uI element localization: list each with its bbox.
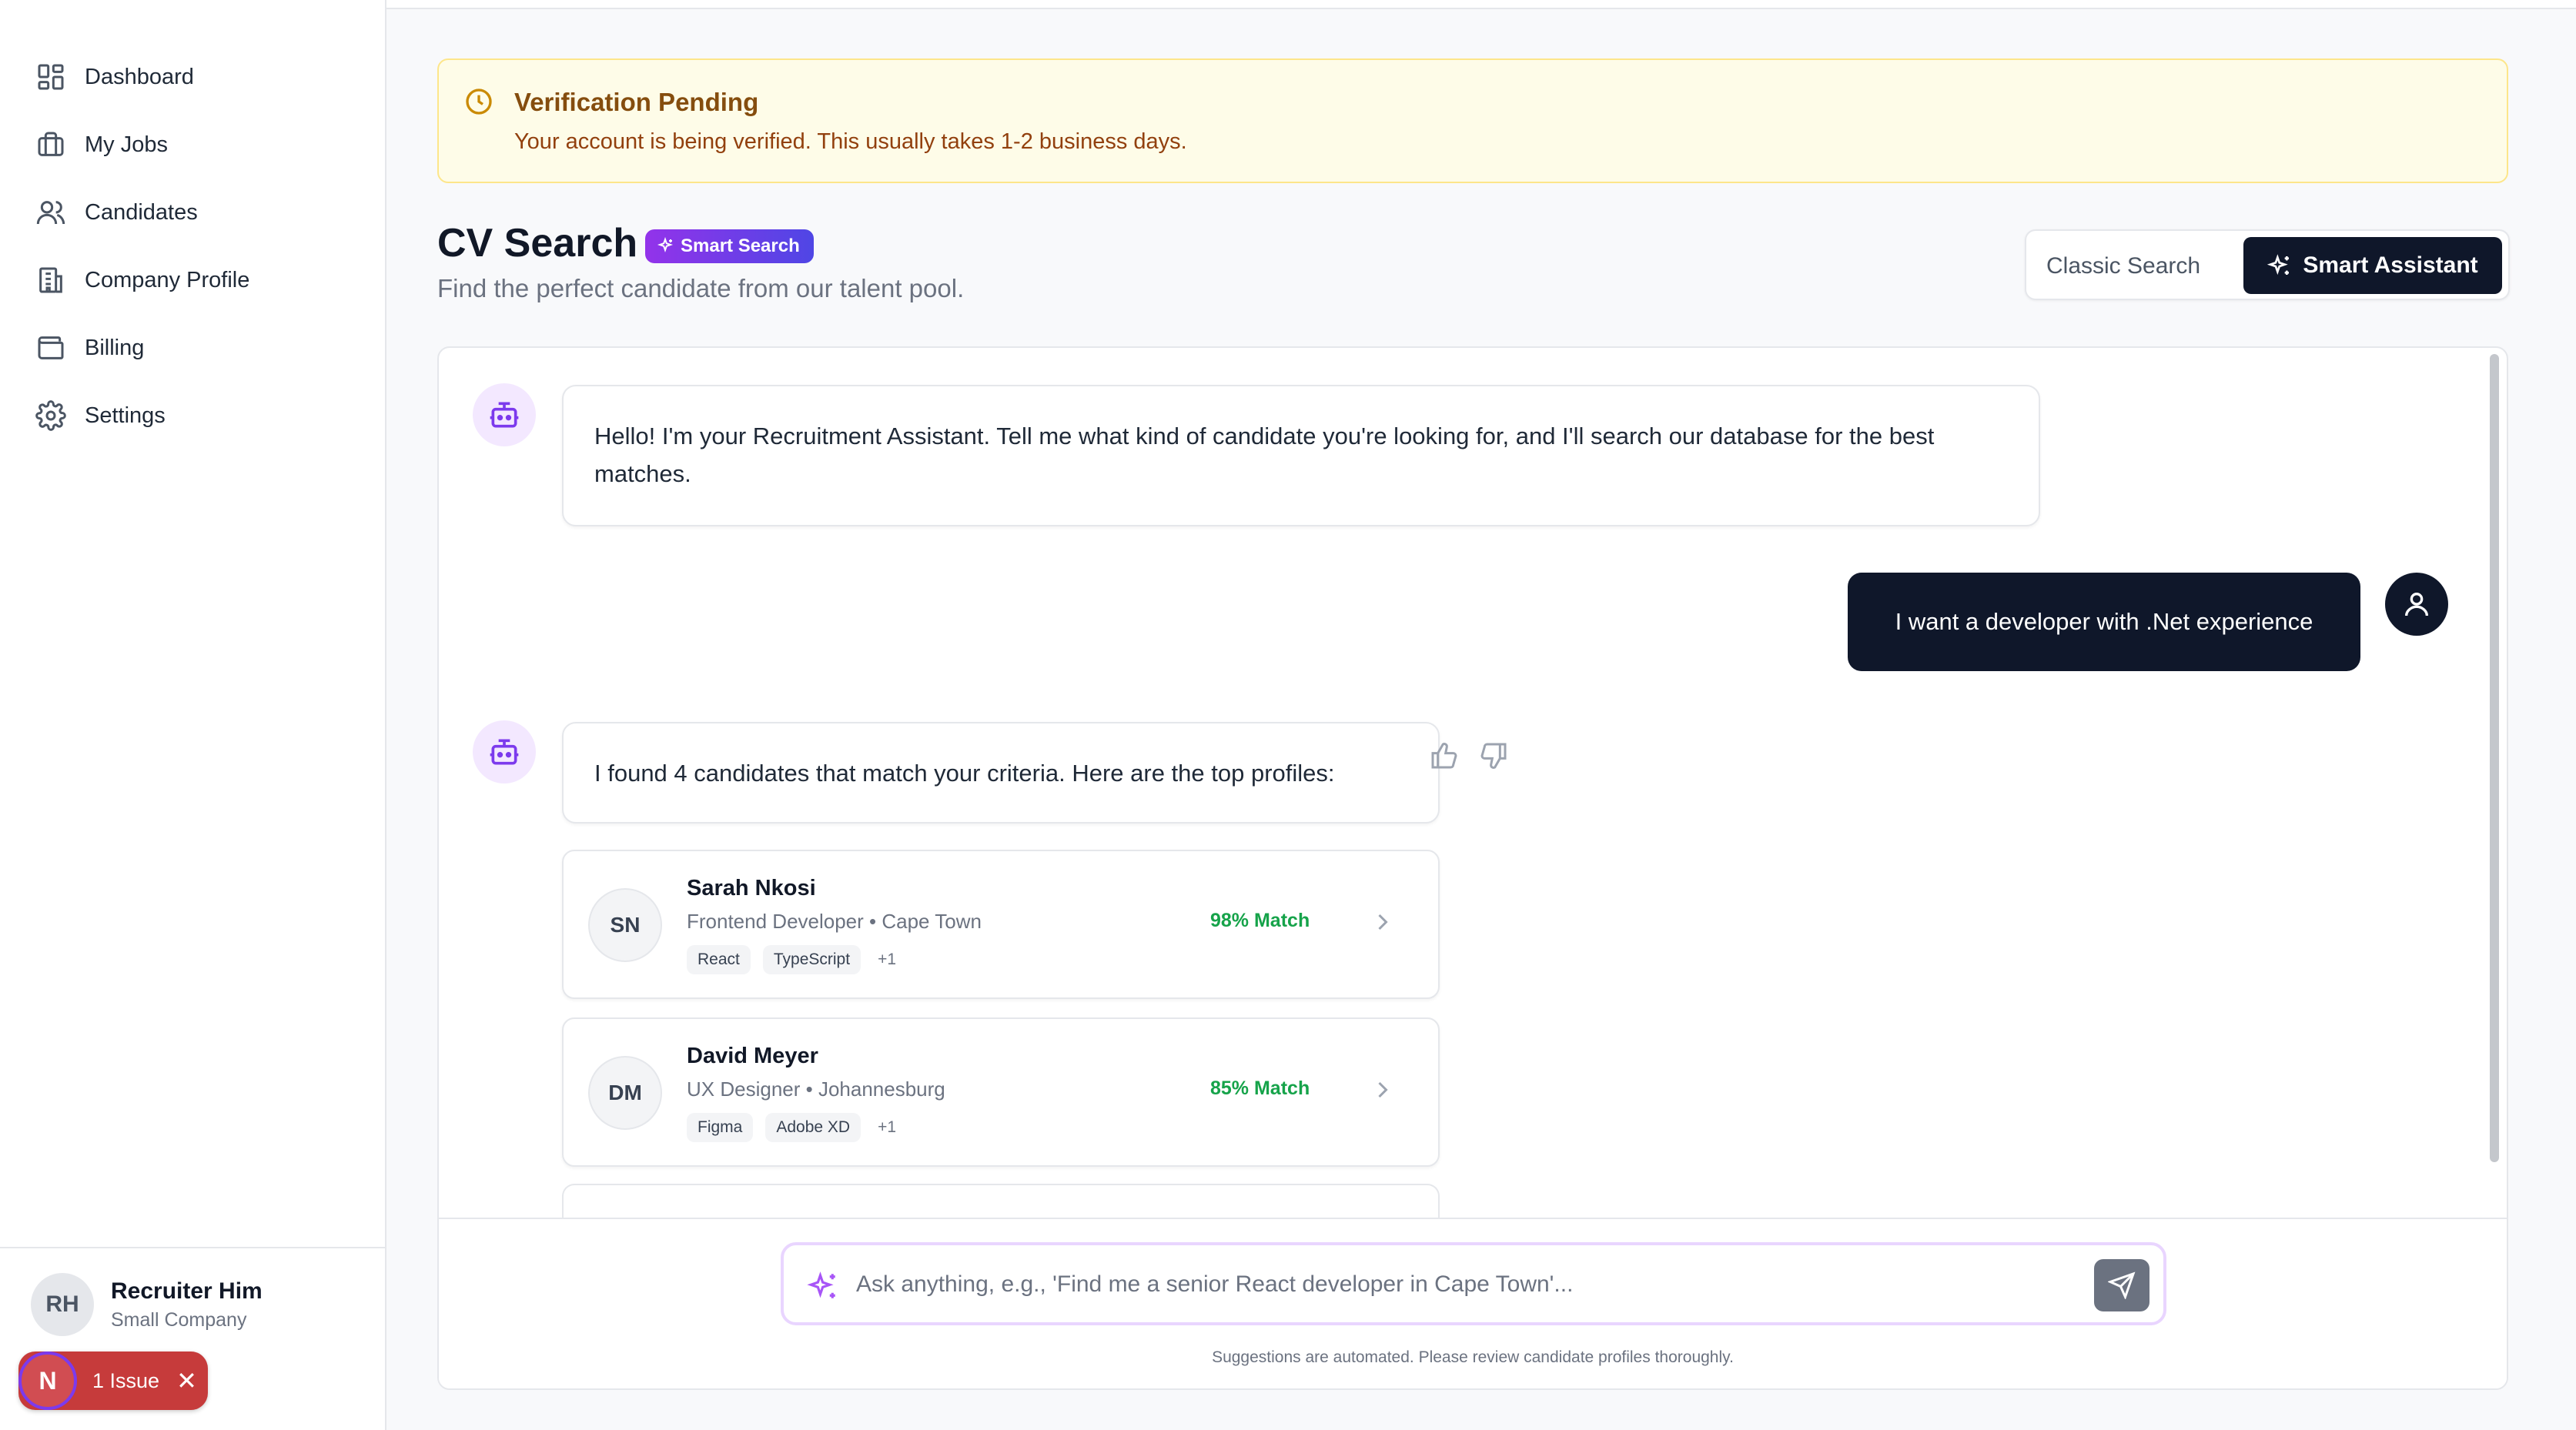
chat-input[interactable] bbox=[856, 1265, 2057, 1304]
sparkles-icon bbox=[807, 1271, 835, 1298]
gear-icon bbox=[35, 400, 66, 431]
chat-input-box bbox=[781, 1242, 2166, 1325]
badge-label: Smart Search bbox=[681, 236, 800, 256]
candidate-skills: Figma Adobe XD +1 bbox=[687, 1113, 896, 1142]
chat-scrollbar[interactable] bbox=[2490, 354, 2499, 1162]
more-skills: +1 bbox=[878, 951, 897, 968]
candidate-meta: Frontend Developer • Cape Town bbox=[687, 910, 982, 933]
chat-panel: Hello! I'm your Recruitment Assistant. T… bbox=[437, 346, 2508, 1390]
smart-assistant-label: Smart Assistant bbox=[2303, 252, 2478, 278]
sidebar-item-label: My Jobs bbox=[85, 132, 168, 157]
skill-tag: Adobe XD bbox=[765, 1113, 861, 1142]
sidebar-item-settings[interactable]: Settings bbox=[0, 382, 385, 449]
candidate-avatar: SN bbox=[588, 888, 662, 962]
user-company: Small Company bbox=[111, 1308, 247, 1331]
candidate-card[interactable]: DM David Meyer UX Designer • Johannesbur… bbox=[562, 1017, 1440, 1167]
chat-input-area: Suggestions are automated. Please review… bbox=[439, 1218, 2507, 1388]
top-bar bbox=[386, 0, 2576, 9]
sidebar-item-billing[interactable]: Billing bbox=[0, 314, 385, 382]
search-mode-toggle: Classic Search Smart Assistant bbox=[2025, 229, 2510, 300]
smart-search-badge: Smart Search bbox=[645, 229, 814, 263]
chevron-right-icon bbox=[1378, 1081, 1388, 1098]
building-icon bbox=[39, 267, 62, 293]
candidate-name: Sarah Nkosi bbox=[687, 876, 816, 900]
candidate-avatar: DM bbox=[588, 1056, 662, 1130]
avatar: RH bbox=[31, 1273, 94, 1336]
user-icon bbox=[2405, 593, 2428, 616]
send-button[interactable] bbox=[2094, 1259, 2149, 1311]
sidebar-item-label: Dashboard bbox=[85, 64, 194, 89]
briefcase-icon bbox=[38, 132, 64, 156]
clock-icon bbox=[466, 89, 492, 115]
user-message: I want a developer with .Net experience bbox=[1848, 573, 2360, 671]
sidebar-item-label: Company Profile bbox=[85, 267, 250, 292]
classic-search-button[interactable]: Classic Search bbox=[2046, 242, 2200, 291]
close-icon[interactable]: ✕ bbox=[176, 1368, 197, 1393]
candidate-card-partial[interactable] bbox=[562, 1184, 1440, 1218]
chevron-right-icon bbox=[1378, 914, 1388, 931]
more-skills: +1 bbox=[878, 1118, 897, 1136]
sidebar-item-label: Settings bbox=[85, 403, 166, 428]
bot-icon bbox=[490, 402, 519, 428]
skill-tag: React bbox=[687, 945, 751, 974]
sidebar-item-company-profile[interactable]: Company Profile bbox=[0, 246, 385, 314]
assistant-avatar bbox=[473, 383, 536, 446]
user-name: Recruiter Him bbox=[111, 1278, 263, 1304]
candidate-skills: React TypeScript +1 bbox=[687, 945, 896, 974]
assistant-message: Hello! I'm your Recruitment Assistant. T… bbox=[562, 385, 2040, 526]
bot-icon bbox=[490, 739, 519, 765]
skill-tag: Figma bbox=[687, 1113, 754, 1142]
sidebar: Dashboard My Jobs Candidates Company Pro… bbox=[0, 0, 386, 1430]
user-avatar bbox=[2385, 573, 2448, 636]
skill-tag: TypeScript bbox=[762, 945, 861, 974]
candidate-name: David Meyer bbox=[687, 1044, 818, 1068]
smart-assistant-button[interactable]: Smart Assistant bbox=[2243, 237, 2502, 294]
banner-title: Verification Pending bbox=[514, 88, 759, 116]
sparkles-icon bbox=[2267, 254, 2290, 276]
sidebar-item-candidates[interactable]: Candidates bbox=[0, 179, 385, 246]
sidebar-item-label: Billing bbox=[85, 335, 145, 360]
sidebar-item-dashboard[interactable]: Dashboard bbox=[0, 43, 385, 111]
issue-avatar: N bbox=[18, 1351, 77, 1410]
send-icon bbox=[2108, 1271, 2136, 1299]
issues-badge[interactable]: N 1 Issue ✕ bbox=[18, 1351, 208, 1410]
thumbs-down-icon[interactable] bbox=[1478, 740, 1509, 771]
user-meta: Recruiter Him Small Company bbox=[111, 1278, 263, 1331]
match-score: 98% Match bbox=[1210, 910, 1310, 931]
wallet-icon bbox=[38, 336, 64, 359]
sparkles-icon bbox=[657, 237, 674, 253]
sidebar-divider bbox=[0, 1247, 385, 1248]
assistant-message: I found 4 candidates that match your cri… bbox=[562, 722, 1440, 824]
sidebar-nav: Dashboard My Jobs Candidates Company Pro… bbox=[0, 43, 385, 449]
candidate-card[interactable]: SN Sarah Nkosi Frontend Developer • Cape… bbox=[562, 850, 1440, 999]
sidebar-item-label: Candidates bbox=[85, 199, 198, 225]
banner-text: Your account is being verified. This usu… bbox=[514, 129, 1187, 154]
dashboard-icon bbox=[38, 64, 64, 90]
sidebar-item-my-jobs[interactable]: My Jobs bbox=[0, 111, 385, 179]
issue-count: 1 Issue bbox=[92, 1368, 160, 1392]
candidate-meta: UX Designer • Johannesburg bbox=[687, 1078, 945, 1101]
match-score: 85% Match bbox=[1210, 1078, 1310, 1099]
verification-banner: Verification Pending Your account is bei… bbox=[437, 58, 2508, 183]
user-profile[interactable]: RH Recruiter Him Small Company bbox=[31, 1273, 263, 1336]
users-icon bbox=[36, 201, 65, 225]
page-title: CV Search bbox=[437, 221, 638, 266]
thumbs-up-icon[interactable] bbox=[1429, 740, 1460, 771]
page-subtitle: Find the perfect candidate from our tale… bbox=[437, 274, 965, 302]
disclaimer-text: Suggestions are automated. Please review… bbox=[1212, 1348, 1734, 1366]
assistant-avatar bbox=[473, 720, 536, 783]
